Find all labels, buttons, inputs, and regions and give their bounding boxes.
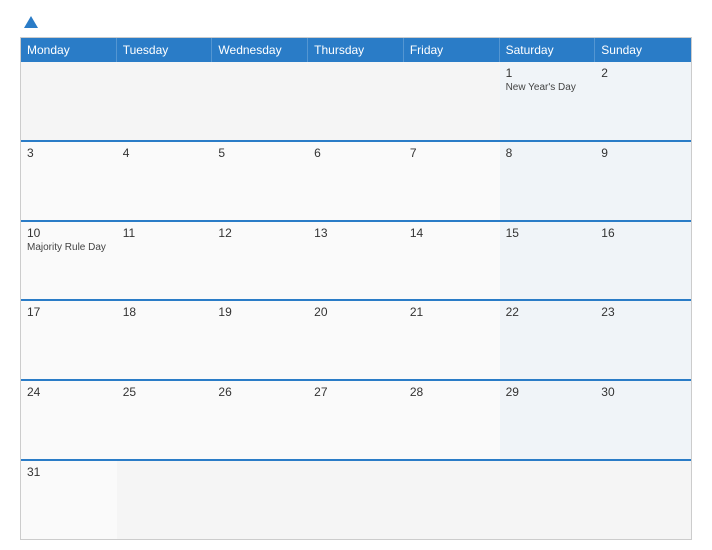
cal-day-4: 4 [117,142,213,220]
cal-day-2: 2 [595,62,691,140]
day-number: 3 [27,146,111,160]
cal-day-empty [500,461,596,539]
cal-day-empty [308,461,404,539]
day-number: 31 [27,465,111,479]
cal-day-8: 8 [500,142,596,220]
cal-day-25: 25 [117,381,213,459]
cal-day-20: 20 [308,301,404,379]
day-number: 28 [410,385,494,399]
logo-triangle-icon [24,16,38,28]
day-number: 21 [410,305,494,319]
cal-day-1: 1 New Year's Day [500,62,596,140]
logo [20,16,100,29]
day-number: 10 [27,226,111,240]
cal-day-10: 10 Majority Rule Day [21,222,117,300]
cal-week-4: 24 25 26 27 28 29 30 [21,379,691,459]
day-number: 24 [27,385,111,399]
day-number: 14 [410,226,494,240]
cal-header-tuesday: Tuesday [117,38,213,62]
cal-day-7: 7 [404,142,500,220]
cal-day-26: 26 [212,381,308,459]
day-number: 18 [123,305,207,319]
day-number: 26 [218,385,302,399]
day-number: 11 [123,226,207,240]
country-name [612,16,692,20]
calendar-page: MondayTuesdayWednesdayThursdayFridaySatu… [0,0,712,550]
cal-day-21: 21 [404,301,500,379]
cal-day-14: 14 [404,222,500,300]
cal-week-1: 3456789 [21,140,691,220]
day-number: 27 [314,385,398,399]
cal-day-22: 22 [500,301,596,379]
day-number: 30 [601,385,685,399]
day-number: 23 [601,305,685,319]
day-number: 9 [601,146,685,160]
day-number: 4 [123,146,207,160]
day-number: 19 [218,305,302,319]
logo-blue-row [20,16,38,29]
calendar-header-row: MondayTuesdayWednesdayThursdayFridaySatu… [21,38,691,62]
cal-day-19: 19 [212,301,308,379]
cal-day-29: 29 [500,381,596,459]
cal-header-thursday: Thursday [308,38,404,62]
day-event: New Year's Day [506,82,590,93]
cal-day-18: 18 [117,301,213,379]
cal-week-5: 31 [21,459,691,539]
day-number: 16 [601,226,685,240]
day-number: 2 [601,66,685,80]
cal-header-monday: Monday [21,38,117,62]
cal-day-empty [212,62,308,140]
cal-day-11: 11 [117,222,213,300]
cal-day-17: 17 [21,301,117,379]
day-number: 6 [314,146,398,160]
day-number: 29 [506,385,590,399]
day-number: 7 [410,146,494,160]
cal-day-24: 24 [21,381,117,459]
day-number: 5 [218,146,302,160]
day-number: 25 [123,385,207,399]
day-number: 12 [218,226,302,240]
cal-header-friday: Friday [404,38,500,62]
cal-week-2: 10 Majority Rule Day 11 12 13 14 15 16 [21,220,691,300]
cal-day-12: 12 [212,222,308,300]
cal-day-empty [404,461,500,539]
day-number: 20 [314,305,398,319]
cal-header-saturday: Saturday [500,38,596,62]
cal-day-empty [21,62,117,140]
cal-day-empty [404,62,500,140]
cal-day-16: 16 [595,222,691,300]
cal-day-9: 9 [595,142,691,220]
cal-day-23: 23 [595,301,691,379]
cal-day-27: 27 [308,381,404,459]
header [20,16,692,29]
day-number: 15 [506,226,590,240]
day-number: 13 [314,226,398,240]
cal-day-empty [308,62,404,140]
cal-day-empty [212,461,308,539]
cal-header-sunday: Sunday [595,38,691,62]
cal-day-6: 6 [308,142,404,220]
calendar-body: 1New Year's Day2345678910Majority Rule D… [21,62,691,539]
day-number: 22 [506,305,590,319]
cal-week-0: 1 New Year's Day 2 [21,62,691,140]
cal-day-31: 31 [21,461,117,539]
cal-day-5: 5 [212,142,308,220]
cal-week-3: 17 18 19 20 21 22 23 [21,299,691,379]
day-number: 1 [506,66,590,80]
calendar-grid: MondayTuesdayWednesdayThursdayFridaySatu… [20,37,692,540]
day-event: Majority Rule Day [27,242,111,253]
cal-day-3: 3 [21,142,117,220]
day-number: 17 [27,305,111,319]
cal-day-15: 15 [500,222,596,300]
cal-day-30: 30 [595,381,691,459]
day-number: 8 [506,146,590,160]
cal-day-empty [117,62,213,140]
cal-day-13: 13 [308,222,404,300]
cal-day-empty [595,461,691,539]
cal-header-wednesday: Wednesday [212,38,308,62]
cal-day-28: 28 [404,381,500,459]
cal-day-empty [117,461,213,539]
